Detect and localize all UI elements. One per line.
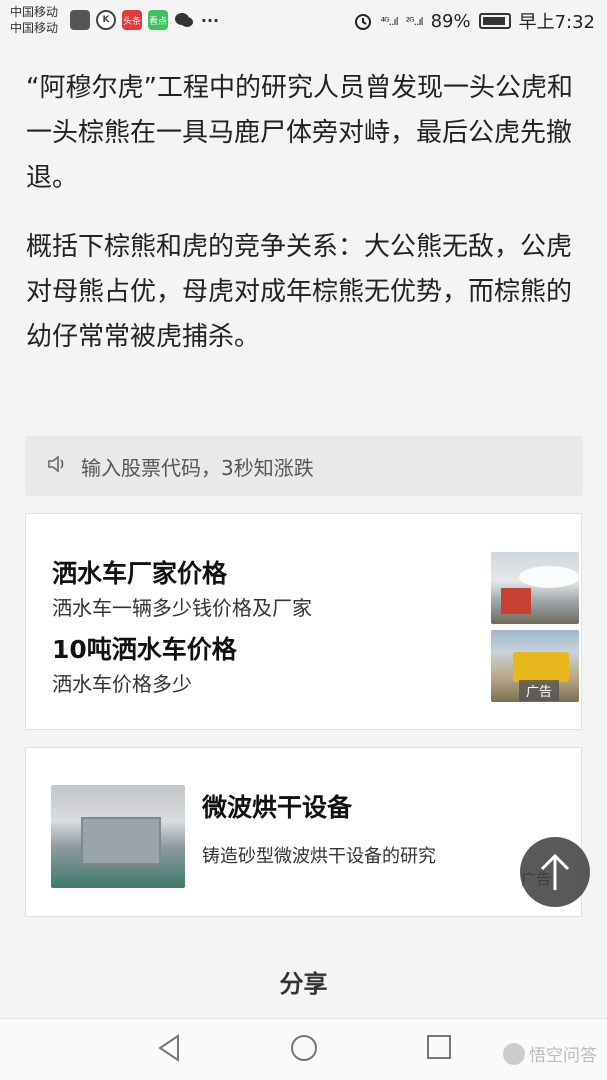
ad-image-water-truck-spraying[interactable]: [491, 552, 579, 624]
ad-subtitle: 铸造砂型微波烘干设备的研究: [202, 846, 436, 867]
ad-image-microwave-dryer[interactable]: [51, 785, 185, 888]
signal-1-icon: ⁴ᴳ..ıl: [380, 14, 399, 28]
carrier-labels: 中国移动 中国移动: [10, 4, 58, 36]
toutiao-icon: 头条: [122, 10, 142, 30]
home-nav-button[interactable]: [289, 1033, 319, 1067]
watermark-text: 悟空问答: [529, 1046, 597, 1066]
home-circle-icon: [291, 1035, 317, 1061]
ad-card-water-truck[interactable]: 洒水车厂家价格 洒水车一辆多少钱价格及厂家 10吨洒水车价格 洒水车价格多少 广…: [25, 513, 582, 730]
back-triangle-icon: [158, 1034, 179, 1062]
briefcase-icon: [70, 10, 90, 30]
k-icon: K: [96, 10, 116, 30]
article-body: “阿穆尔虎”工程中的研究人员曾发现一头公虎和一头棕熊在一具马鹿尸体旁对峙，最后公…: [26, 66, 586, 384]
notification-icons: K 头条 看点 ···: [70, 10, 220, 30]
wechat-icon: [174, 10, 194, 30]
status-bar: 中国移动 中国移动 K 头条 看点 ··· ⁴ᴳ..ıl ²ᴳ..ıl 89% …: [0, 0, 607, 40]
system-indicators: ⁴ᴳ..ıl ²ᴳ..ıl 89% 早上7:32: [353, 8, 595, 34]
signal-2-icon: ²ᴳ..ıl: [405, 14, 424, 28]
stock-search-input[interactable]: 输入股票代码，3秒知涨跌: [25, 436, 583, 496]
speaker-icon: [47, 454, 67, 478]
battery-icon: [478, 13, 511, 29]
carrier-2: 中国移动: [10, 21, 59, 35]
ad-link-subtitle-2: 洒水车价格多少: [52, 672, 192, 696]
back-nav-button[interactable]: [156, 1033, 182, 1067]
ad-label: 广告: [518, 680, 559, 701]
back-to-top-button[interactable]: [520, 837, 590, 907]
ad-link-title-2[interactable]: 10吨洒水车价格: [52, 630, 237, 666]
kandian-icon: 看点: [148, 10, 168, 30]
ad-link-title-1[interactable]: 洒水车厂家价格: [52, 554, 227, 590]
carrier-1: 中国移动: [10, 5, 59, 19]
alarm-icon: [354, 14, 371, 30]
clock: 早上7:32: [518, 12, 595, 33]
wukong-logo-icon: [503, 1042, 525, 1065]
wukong-watermark: 悟空问答: [503, 1041, 597, 1066]
article-paragraph-1: “阿穆尔虎”工程中的研究人员曾发现一头公虎和一头棕熊在一具马鹿尸体旁对峙，最后公…: [26, 73, 573, 193]
ad-card-microwave-dryer[interactable]: 微波烘干设备 铸造砂型微波烘干设备的研究 广告: [25, 747, 582, 917]
recents-square-icon: [427, 1035, 451, 1059]
more-icon: ···: [200, 10, 220, 30]
article-paragraph-2: 概括下棕熊和虎的竞争关系：大公熊无敌，公虎对母熊占优，母虎对成年棕熊无优势，而棕…: [26, 232, 573, 352]
recents-nav-button[interactable]: [425, 1033, 453, 1065]
battery-percent: 89%: [430, 10, 471, 32]
arrow-up-icon: [540, 853, 570, 890]
share-label[interactable]: 分享: [0, 964, 607, 999]
stock-input-placeholder: 输入股票代码，3秒知涨跌: [81, 455, 314, 480]
ad-title[interactable]: 微波烘干设备: [202, 788, 352, 824]
ad-link-subtitle-1: 洒水车一辆多少钱价格及厂家: [52, 596, 312, 620]
android-nav-bar: 悟空问答: [0, 1018, 607, 1080]
